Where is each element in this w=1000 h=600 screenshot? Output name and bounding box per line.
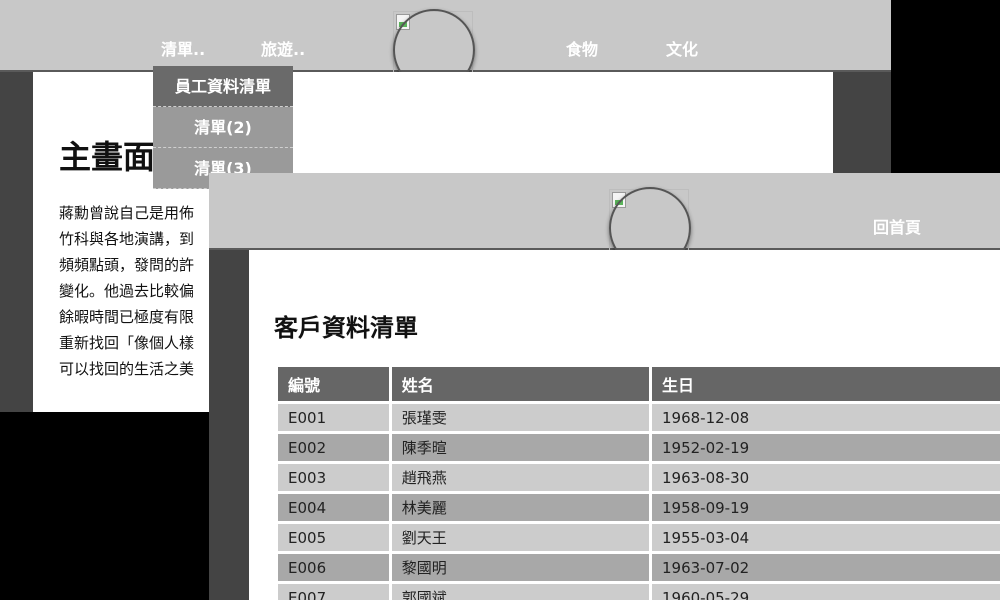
column-header-birthday: 生日 <box>652 367 1000 401</box>
table-header-row: 編號 姓名 生日 <box>278 367 1000 401</box>
cell-id: E001 <box>278 404 389 431</box>
front-header-nav: 回首頁 <box>209 173 1000 269</box>
table-row: E003 趙飛燕 1963-08-30 <box>278 464 1000 491</box>
table-row: E006 黎國明 1963-07-02 <box>278 554 1000 581</box>
cell-id: E004 <box>278 494 389 521</box>
cell-birthday: 1960-05-29 <box>652 584 1000 600</box>
back-header-nav: 清單.. 旅遊.. 食物 文化 <box>0 0 891 91</box>
cell-birthday: 1963-07-02 <box>652 554 1000 581</box>
cell-birthday: 1958-09-19 <box>652 494 1000 521</box>
table-row: E007 郭國斌 1960-05-29 <box>278 584 1000 600</box>
front-window: 回首頁 客戶資料清單 編號 姓名 生日 E001 張瑾雯 1968-12-08 … <box>209 173 1000 600</box>
customer-table: 編號 姓名 生日 E001 張瑾雯 1968-12-08 E002 陳季暄 19… <box>275 364 1000 600</box>
table-row: E004 林美麗 1958-09-19 <box>278 494 1000 521</box>
cell-id: E005 <box>278 524 389 551</box>
cell-id: E003 <box>278 464 389 491</box>
page-title: 客戶資料清單 <box>274 314 418 342</box>
front-main-content: 客戶資料清單 編號 姓名 生日 E001 張瑾雯 1968-12-08 E002… <box>249 250 1000 600</box>
cell-birthday: 1952-02-19 <box>652 434 1000 461</box>
dropdown-item-list-2[interactable]: 清單(2) <box>153 107 293 148</box>
column-header-id: 編號 <box>278 367 389 401</box>
cell-name: 趙飛燕 <box>391 464 649 491</box>
cell-birthday: 1963-08-30 <box>652 464 1000 491</box>
cell-name: 劉天王 <box>391 524 649 551</box>
column-header-name: 姓名 <box>391 367 649 401</box>
cell-name: 黎國明 <box>391 554 649 581</box>
cell-name: 郭國斌 <box>391 584 649 600</box>
nav-list-menu[interactable]: 清單.. <box>161 36 205 60</box>
table-row: E005 劉天王 1955-03-04 <box>278 524 1000 551</box>
cell-name: 張瑾雯 <box>391 404 649 431</box>
table-row: E002 陳季暄 1952-02-19 <box>278 434 1000 461</box>
cell-id: E006 <box>278 554 389 581</box>
cell-id: E002 <box>278 434 389 461</box>
cell-name: 陳季暄 <box>391 434 649 461</box>
cell-birthday: 1968-12-08 <box>652 404 1000 431</box>
cell-id: E007 <box>278 584 389 600</box>
table-row: E001 張瑾雯 1968-12-08 <box>278 404 1000 431</box>
cell-name: 林美麗 <box>391 494 649 521</box>
cell-birthday: 1955-03-04 <box>652 524 1000 551</box>
nav-culture[interactable]: 文化 <box>666 36 698 60</box>
home-link[interactable]: 回首頁 <box>873 214 921 238</box>
nav-food[interactable]: 食物 <box>566 36 598 60</box>
nav-travel-menu[interactable]: 旅遊.. <box>261 36 305 60</box>
page-title: 主畫面 <box>59 138 156 176</box>
list-dropdown-menu: 員工資料清單 清單(2) 清單(3) <box>153 66 293 189</box>
dropdown-item-employee-list[interactable]: 員工資料清單 <box>153 66 293 107</box>
